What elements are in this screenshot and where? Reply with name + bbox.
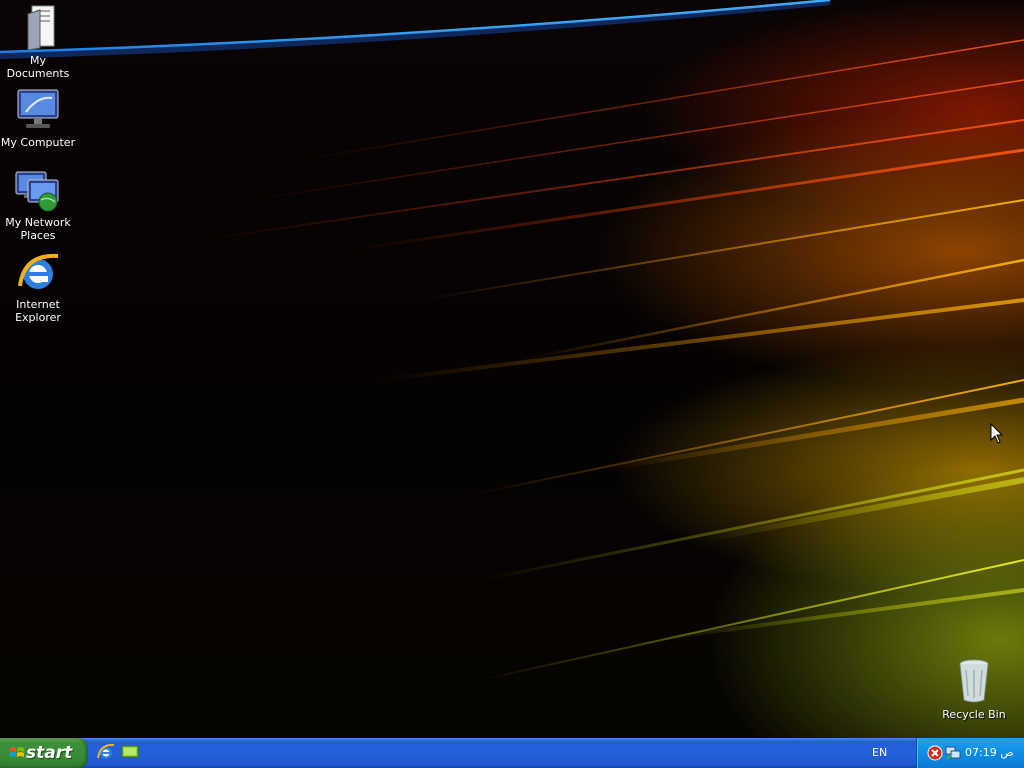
wallpaper-streaks	[0, 0, 1024, 681]
network-icon	[14, 166, 62, 214]
computer-icon	[14, 86, 62, 134]
taskbar: start EN 07:19 ص	[0, 738, 1024, 768]
mouse-cursor-icon	[990, 423, 1004, 444]
language-indicator[interactable]: EN	[872, 738, 887, 768]
desktop-icon-label: My Network Places	[5, 216, 71, 242]
ie-icon	[97, 743, 115, 759]
quicklaunch-show-desktop[interactable]	[120, 742, 142, 764]
network-connection-icon[interactable]	[945, 745, 961, 761]
start-label: start	[26, 743, 73, 763]
system-tray: 07:19 ص	[916, 738, 1024, 768]
desktop-icon-recycle-bin[interactable]: Recycle Bin	[936, 658, 1012, 721]
desktop-icon-label: My Computer	[0, 136, 76, 149]
desktop-icon-my-computer[interactable]: My Computer	[0, 86, 76, 149]
desktop-icon-label: Internet Explorer	[15, 298, 61, 324]
desktop-icon-internet-explorer[interactable]: Internet Explorer	[0, 248, 76, 324]
clock[interactable]: 07:19 ص	[965, 738, 1014, 768]
ie-icon	[14, 248, 62, 296]
show-desktop-icon	[121, 745, 139, 758]
desktop-wallpaper	[0, 0, 1024, 738]
desktop-icon-label: My Documents	[6, 54, 70, 80]
desktop-icon-my-network-places[interactable]: My Network Places	[0, 166, 76, 242]
security-alert-icon[interactable]	[927, 745, 943, 761]
folder-documents-icon	[14, 4, 62, 52]
recycle-bin-icon	[950, 658, 998, 706]
desktop-icon-label: Recycle Bin	[942, 708, 1006, 721]
start-button[interactable]: start	[0, 738, 88, 768]
desktop-icon-my-documents[interactable]: My Documents	[0, 4, 76, 80]
quicklaunch-ie[interactable]	[96, 742, 118, 764]
windows-flag-icon	[10, 747, 24, 757]
